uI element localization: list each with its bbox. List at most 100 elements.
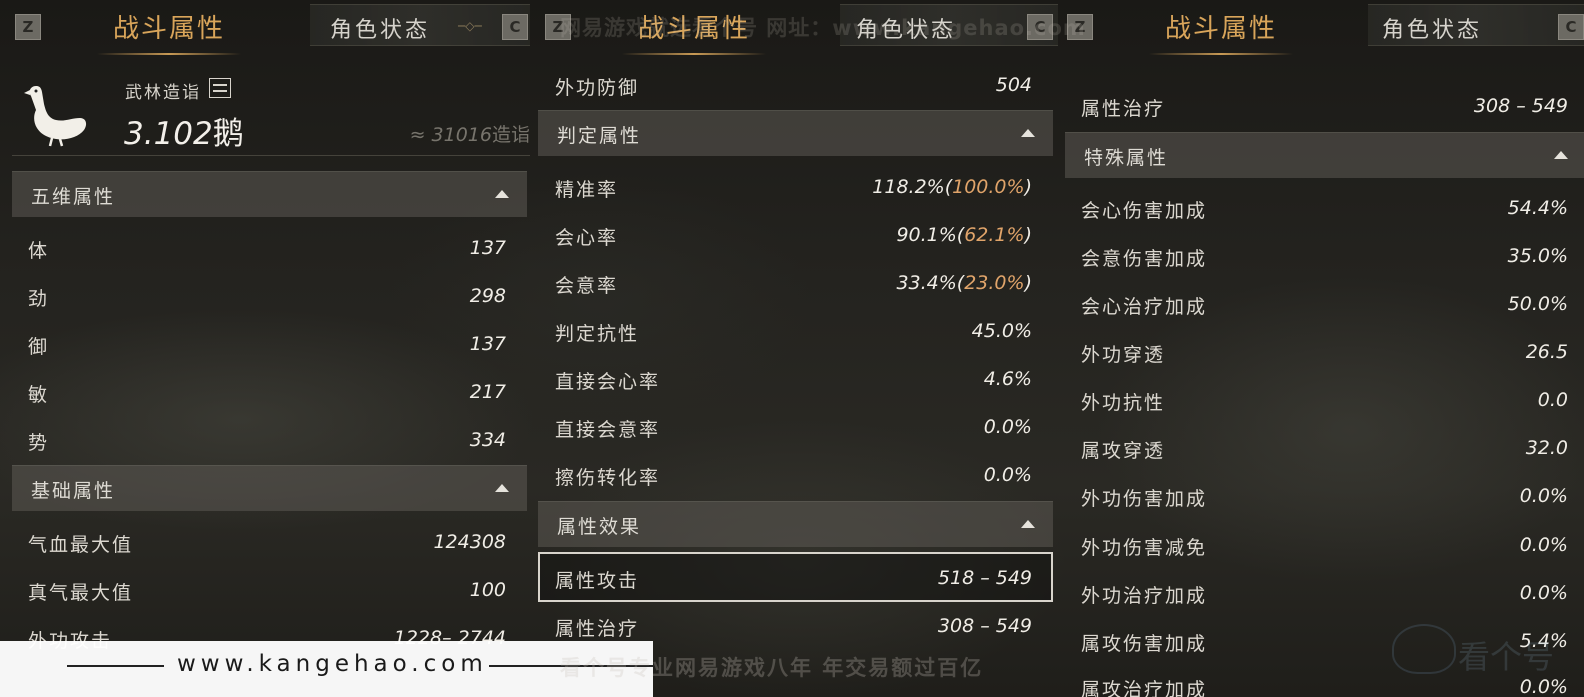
stat-row: 会意伤害加成 35.0% <box>1065 232 1584 278</box>
section-header-special-attributes[interactable]: 特殊属性 <box>1065 132 1584 178</box>
stat-row: 属攻穿透 32.0 <box>1065 424 1584 470</box>
section-title: 基础属性 <box>31 480 116 502</box>
tab-combat-attributes[interactable]: 战斗属性 <box>96 8 242 55</box>
stat-label: 体 <box>28 240 50 262</box>
stat-label: 势 <box>28 432 50 454</box>
rank-label: 武林造诣 <box>125 83 201 103</box>
next-tab-key[interactable]: C <box>502 14 528 40</box>
collapse-arrow-icon[interactable] <box>1021 129 1035 137</box>
stat-label: 判定抗性 <box>555 323 640 345</box>
stat-label: 属性治疗 <box>1081 98 1166 120</box>
stat-row: 外功伤害加成 0.0% <box>1065 472 1584 518</box>
stat-value: 504 <box>995 74 1032 96</box>
stat-value: 32.0 <box>1525 437 1568 459</box>
stat-value: 26.5 <box>1525 341 1568 363</box>
stat-label: 直接会心率 <box>555 371 661 393</box>
rank-info-icon[interactable] <box>209 78 231 98</box>
stat-value: 0.0% <box>983 416 1032 438</box>
watermark-logo-text: 看个号 <box>1458 638 1555 676</box>
stat-value: 137 <box>469 333 506 355</box>
tab-character-status[interactable]: 角色状态 <box>856 12 956 44</box>
stat-label: 御 <box>28 336 50 358</box>
stat-label: 属攻穿透 <box>1081 440 1166 462</box>
stat-value: 54.4% <box>1507 197 1568 219</box>
stat-row: 擦伤转化率 0.0% <box>538 451 1053 497</box>
collapse-arrow-icon[interactable] <box>495 484 509 492</box>
stat-row: 外功防御 504 <box>538 61 1053 107</box>
stat-row: 会心率 90.1%(62.1%) <box>538 211 1053 257</box>
watermark-logo-icon <box>1392 624 1456 674</box>
collapse-arrow-icon[interactable] <box>495 190 509 198</box>
stat-value: 90.1%(62.1%) <box>896 224 1032 246</box>
section-title: 特殊属性 <box>1084 147 1169 169</box>
stat-value: 0.0% <box>1519 485 1568 507</box>
stat-row-selected[interactable]: 属性攻击 518 – 549 <box>538 552 1053 602</box>
stat-value: 0.0% <box>1519 676 1568 697</box>
stat-row: 外功穿透 26.5 <box>1065 328 1584 374</box>
stat-label: 属攻治疗加成 <box>1081 679 1208 697</box>
stat-label: 擦伤转化率 <box>555 467 661 489</box>
stat-row: 精准率 118.2%(100.0%) <box>538 163 1053 209</box>
stat-value: 308 – 549 <box>1473 95 1568 117</box>
stat-label: 会心率 <box>555 227 619 249</box>
stat-label: 外功穿透 <box>1081 344 1166 366</box>
section-header-judgement[interactable]: 判定属性 <box>538 110 1053 156</box>
stat-label: 外功伤害减免 <box>1081 537 1208 559</box>
goose-icon <box>24 86 87 147</box>
stat-value: 137 <box>469 237 506 259</box>
stat-row: 外功治疗加成 0.0% <box>1065 569 1584 615</box>
prev-tab-key[interactable]: Z <box>545 14 571 40</box>
next-tab-key[interactable]: C <box>1027 14 1053 40</box>
watermark-footer: www.kangehao.com <box>0 641 653 697</box>
prev-tab-key[interactable]: Z <box>15 14 41 40</box>
stat-value: 45.0% <box>971 320 1032 342</box>
stat-row: 外功抗性 0.0 <box>1065 376 1584 422</box>
stat-value: 100 <box>469 579 506 601</box>
tab-character-status[interactable]: 角色状态 <box>330 12 430 44</box>
stat-row: 体 137 <box>12 224 527 270</box>
stat-value: 0.0 <box>1537 389 1568 411</box>
stat-row: 会心治疗加成 50.0% <box>1065 280 1584 326</box>
collapse-arrow-icon[interactable] <box>1021 520 1035 528</box>
section-header-element-effects[interactable]: 属性效果 <box>538 501 1053 547</box>
collapse-arrow-icon[interactable] <box>1554 151 1568 159</box>
section-title: 判定属性 <box>557 125 642 147</box>
panel-left: Z 战斗属性 角色状态 ─◇─ C 武林造诣 3.102鹅 ≈ 31016造诣 … <box>0 0 530 697</box>
stat-row: 劲 298 <box>12 272 527 318</box>
divider <box>12 155 530 156</box>
next-tab-key[interactable]: C <box>1558 14 1584 40</box>
section-header-five-dimensions[interactable]: 五维属性 <box>12 171 527 217</box>
divider <box>67 665 164 667</box>
stat-value: 50.0% <box>1507 293 1568 315</box>
tab-bar: Z 战斗属性 角色状态 C <box>530 0 1058 55</box>
stat-value: 518 – 549 <box>937 567 1032 589</box>
tab-combat-attributes[interactable]: 战斗属性 <box>1148 8 1294 55</box>
stat-label: 会意率 <box>555 275 619 297</box>
stat-label: 属性攻击 <box>555 570 640 592</box>
stat-label: 属性治疗 <box>555 618 640 640</box>
stat-value: 4.6% <box>983 368 1032 390</box>
panel-right: Z 战斗属性 角色状态 C 属性治疗 308 – 549 特殊属性 会心伤害加成… <box>1058 0 1584 697</box>
section-header-basic-attributes[interactable]: 基础属性 <box>12 465 527 511</box>
ornament-icon: ─◇─ <box>458 19 482 33</box>
stat-row: 会心伤害加成 54.4% <box>1065 184 1584 230</box>
stat-row: 敏 217 <box>12 368 527 414</box>
section-title: 五维属性 <box>31 186 116 208</box>
stat-label: 劲 <box>28 288 50 310</box>
stat-value: 334 <box>469 429 506 451</box>
stat-row: 属性治疗 308 – 549 <box>1065 82 1584 128</box>
stat-label: 会意伤害加成 <box>1081 248 1208 270</box>
stat-label: 真气最大值 <box>28 582 134 604</box>
prev-tab-key[interactable]: Z <box>1067 14 1093 40</box>
tab-character-status[interactable]: 角色状态 <box>1382 12 1482 44</box>
stat-row: 外功伤害减免 0.0% <box>1065 521 1584 567</box>
stat-label: 敏 <box>28 384 50 406</box>
rank-approx: ≈ 31016造诣 <box>409 124 530 146</box>
stat-row: 判定抗性 45.0% <box>538 307 1053 353</box>
stat-row: 直接会意率 0.0% <box>538 403 1053 449</box>
stat-value: 217 <box>469 381 506 403</box>
stat-value: 0.0% <box>983 464 1032 486</box>
rank-value: 3.102鹅 <box>124 116 244 152</box>
stat-value: 0.0% <box>1519 534 1568 556</box>
tab-combat-attributes[interactable]: 战斗属性 <box>621 8 767 55</box>
